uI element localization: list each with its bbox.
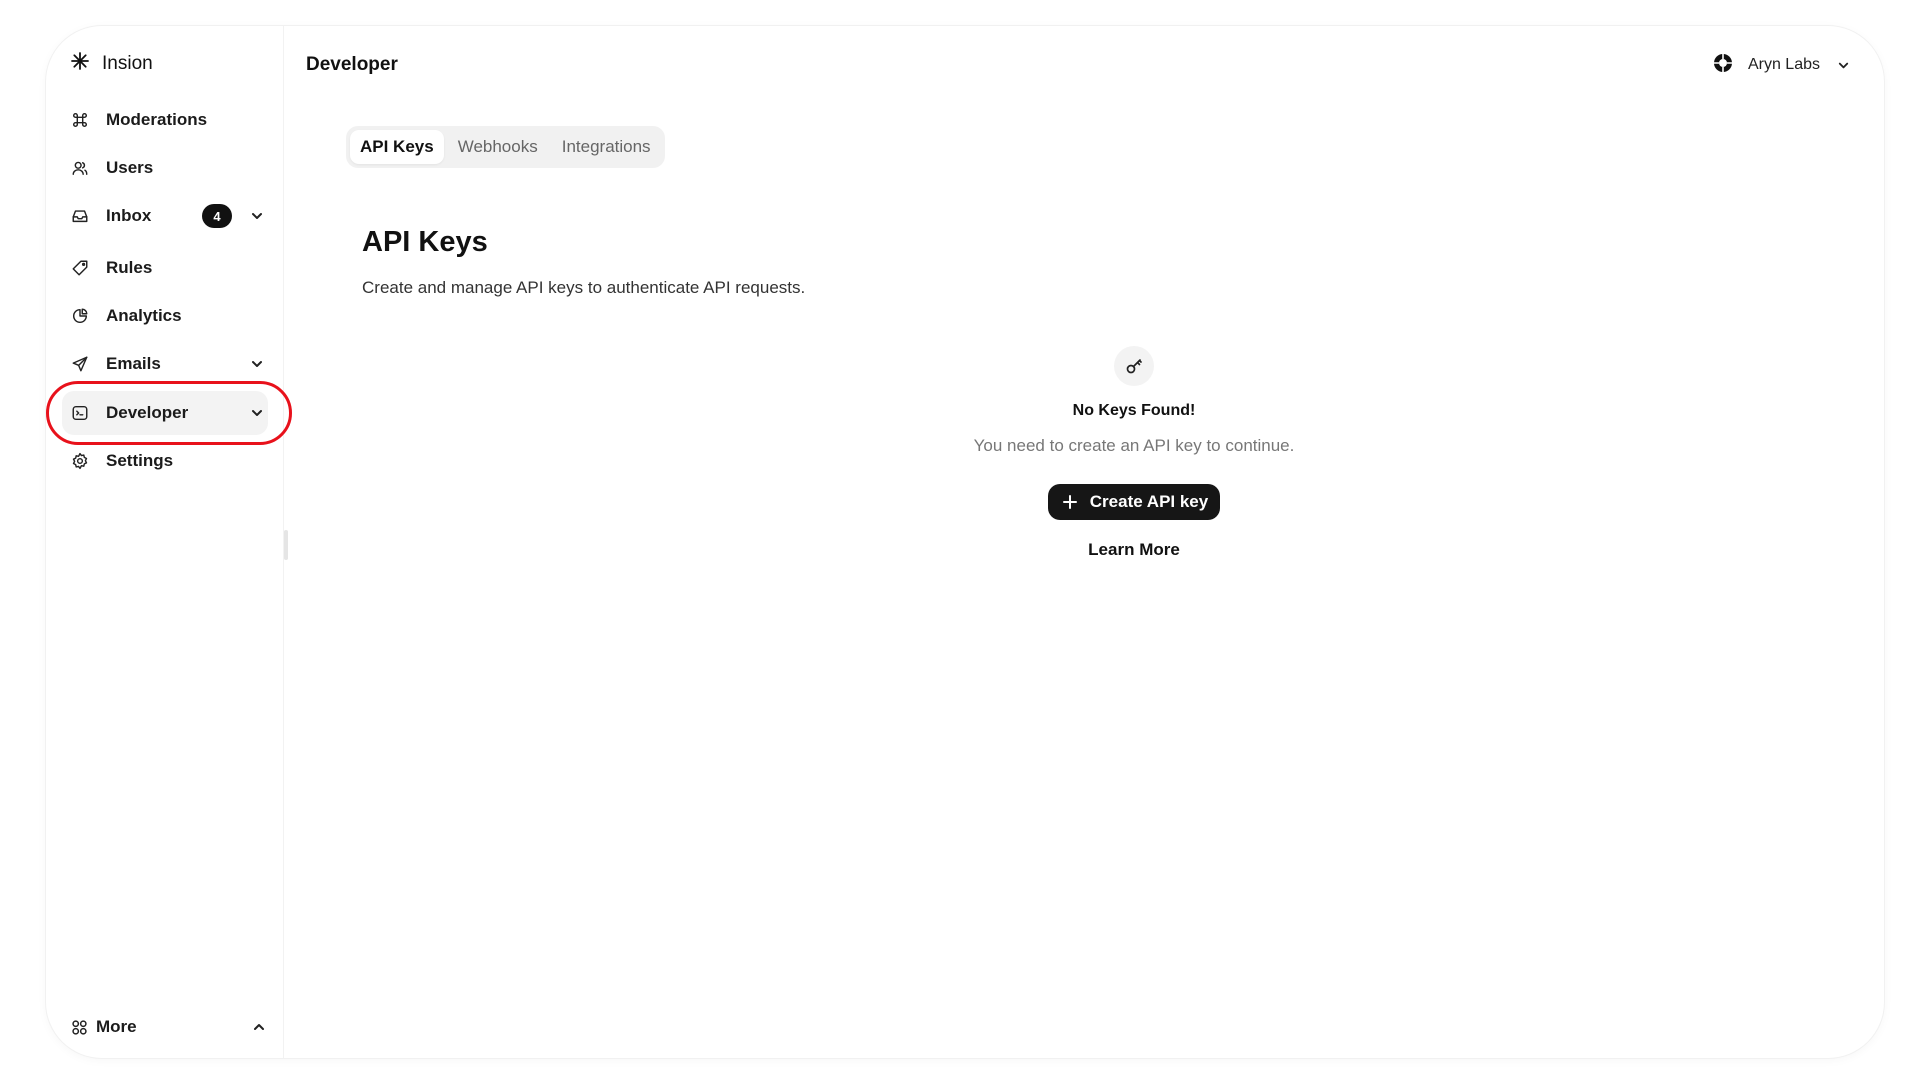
brand-name: Insion [102,53,153,74]
tag-icon [70,258,90,278]
empty-state-title: No Keys Found! [1072,402,1196,419]
org-name: Aryn Labs [1747,56,1820,73]
gear-icon [70,451,90,471]
users-icon [70,158,90,178]
section-description: Create and manage API keys to authentica… [362,278,806,297]
main-content: Developer Aryn Labs API Keys Webhooks In… [284,26,1884,1058]
plus-icon [1062,495,1077,509]
sidebar-item-inbox[interactable]: Inbox 4 [62,194,268,238]
tab-webhooks[interactable]: Webhooks [448,130,548,164]
chevron-down-icon [1834,56,1852,74]
create-api-key-label: Create API key [1089,492,1209,511]
asterisk-logo-icon [70,51,90,77]
sidebar-item-users[interactable]: Users [62,146,268,190]
tab-api-keys[interactable]: API Keys [350,130,444,164]
brand[interactable]: Insion [70,44,153,84]
key-icon [1114,346,1154,386]
sidebar-item-label: Emails [106,354,161,373]
terminal-icon [70,403,90,423]
pie-chart-icon [70,306,90,326]
sidebar-item-label: Developer [106,403,189,422]
more-label: More [96,1017,137,1036]
sidebar-item-developer[interactable]: Developer [62,391,268,435]
section-title: API Keys [362,226,488,258]
sidebar-item-settings[interactable]: Settings [62,439,268,483]
create-api-key-button[interactable]: Create API key [1047,484,1221,520]
inbox-icon [70,206,90,226]
sidebar-item-label: Analytics [106,306,182,325]
send-icon [70,354,90,374]
empty-state: No Keys Found! You need to create an API… [884,346,1384,560]
inbox-count-badge: 4 [202,204,232,228]
command-icon [70,110,90,130]
tab-integrations[interactable]: Integrations [552,130,661,164]
empty-state-description: You need to create an API key to continu… [973,436,1295,455]
learn-more-link[interactable]: Learn More [1088,540,1180,560]
sidebar-item-emails[interactable]: Emails [62,342,268,386]
tab-bar: API Keys Webhooks Integrations [346,126,665,168]
sidebar-item-moderations[interactable]: Moderations [62,98,268,142]
sidebar-item-label: Users [106,158,154,177]
page-title: Developer [306,54,398,75]
sidebar-item-label: Rules [106,258,153,277]
chevron-down-icon[interactable] [248,355,266,373]
app-window: Insion Moderations Users Inbox 4 Rules A… [46,26,1884,1058]
org-switcher[interactable]: Aryn Labs [1712,46,1854,84]
chevron-up-icon [250,1018,268,1036]
sidebar-item-label: Moderations [106,110,208,129]
chevron-down-icon[interactable] [248,207,266,225]
more-button[interactable]: More [70,1012,270,1042]
sidebar-item-label: Settings [106,451,174,470]
sidebar: Insion Moderations Users Inbox 4 Rules A… [46,26,292,1058]
sidebar-item-label: Inbox [106,206,152,225]
sidebar-item-analytics[interactable]: Analytics [62,294,268,338]
chevron-down-icon[interactable] [248,404,266,422]
org-logo-icon [1712,52,1734,79]
grid-icon [70,1018,88,1036]
sidebar-item-rules[interactable]: Rules [62,246,268,290]
